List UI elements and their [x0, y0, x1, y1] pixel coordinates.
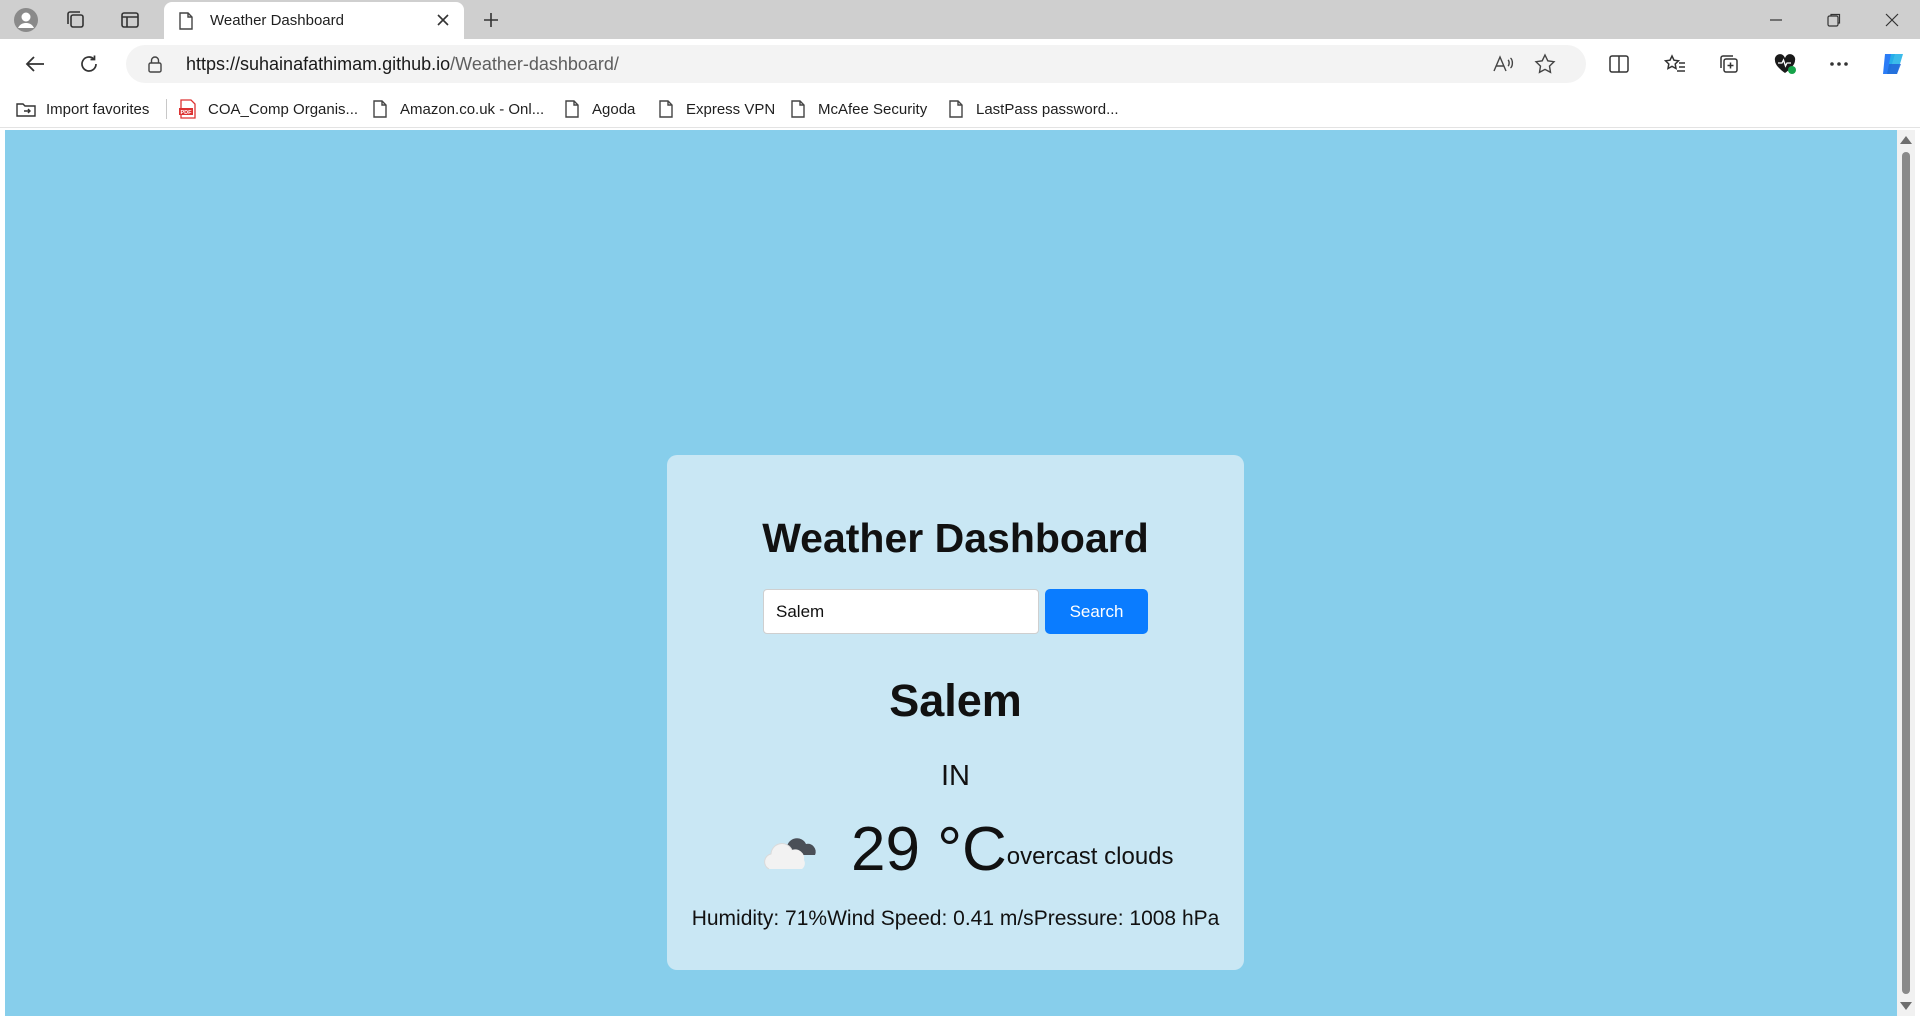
page-viewport: Weather Dashboard Search Salem IN 29 °C … — [5, 130, 1897, 1016]
url-path: /Weather-dashboard/ — [450, 54, 619, 74]
copilot-icon[interactable] — [1876, 48, 1910, 80]
bookmark-express-vpn[interactable]: Express VPN — [656, 97, 775, 121]
read-aloud-icon[interactable] — [1490, 52, 1516, 76]
bookmark-label: Express VPN — [686, 100, 776, 118]
restore-icon[interactable] — [1806, 0, 1862, 39]
scrollbar[interactable] — [1897, 130, 1915, 1016]
tab-title: Weather Dashboard — [210, 12, 344, 29]
scroll-down-icon[interactable] — [1900, 1002, 1912, 1010]
bookmark-label: Amazon.co.uk - Onl... — [400, 100, 545, 118]
import-favorites-icon — [16, 99, 36, 119]
weather-description: overcast clouds — [1006, 843, 1174, 870]
close-window-icon[interactable] — [1864, 0, 1920, 39]
split-screen-icon[interactable] — [1602, 48, 1636, 80]
bookmark-coa-comp[interactable]: PDF COA_Comp Organis... — [178, 97, 358, 121]
page-icon — [788, 99, 808, 119]
country-code: IN — [941, 760, 970, 792]
bookmark-amazon[interactable]: Amazon.co.uk - Onl... — [370, 97, 544, 121]
city-name: Salem — [889, 675, 1022, 726]
bookmarks-bar: Import favorites PDF COA_Comp Organis...… — [0, 89, 1920, 128]
humidity: Humidity: 71% — [691, 907, 828, 930]
scrollbar-thumb[interactable] — [1902, 152, 1910, 994]
vertical-tabs-icon[interactable] — [116, 6, 144, 34]
bookmark-label: LastPass password... — [976, 100, 1119, 118]
page-icon — [656, 99, 676, 119]
bookmark-label: COA_Comp Organis... — [208, 100, 359, 118]
favorites-icon[interactable] — [1658, 48, 1692, 80]
star-icon[interactable] — [1532, 52, 1558, 76]
bookmark-lastpass[interactable]: LastPass password... — [946, 97, 1119, 121]
page-title: Weather Dashboard — [762, 515, 1149, 561]
more-icon[interactable] — [1822, 48, 1856, 80]
search-button[interactable]: Search — [1045, 589, 1148, 634]
page-icon — [946, 99, 966, 119]
bookmarks-divider — [166, 99, 167, 119]
pdf-icon: PDF — [178, 99, 198, 119]
scroll-up-icon[interactable] — [1900, 136, 1912, 144]
browser-essentials-icon[interactable] — [1768, 48, 1802, 80]
lock-icon[interactable] — [146, 55, 164, 73]
overcast-clouds-icon — [761, 827, 821, 877]
bookmark-label: McAfee Security — [818, 100, 928, 118]
profile-icon[interactable] — [12, 6, 40, 34]
temperature: 29 °C — [851, 815, 1007, 884]
back-icon[interactable] — [18, 48, 52, 80]
tab-strip: Weather Dashboard — [0, 0, 1920, 39]
pressure: Pressure: 1008 hPa — [1033, 907, 1220, 930]
city-search-input[interactable] — [763, 589, 1039, 634]
bookmark-label: Import favorites — [46, 100, 150, 118]
minimize-icon[interactable] — [1748, 0, 1804, 39]
tab-weather-dashboard[interactable]: Weather Dashboard — [164, 2, 464, 39]
bookmark-import-favorites[interactable]: Import favorites — [16, 97, 149, 121]
page-icon — [178, 12, 194, 35]
weather-card: Weather Dashboard Search Salem IN 29 °C … — [667, 455, 1244, 970]
url-text[interactable]: https://suhainafathimam.github.io/Weathe… — [186, 54, 619, 75]
wind-speed: Wind Speed: 0.41 m/s — [827, 907, 1034, 930]
collections-icon[interactable] — [1712, 48, 1746, 80]
url-domain: https://suhainafathimam.github.io — [186, 54, 451, 74]
refresh-icon[interactable] — [72, 48, 106, 80]
page-icon — [370, 99, 390, 119]
svg-text:PDF: PDF — [181, 110, 193, 116]
bookmark-mcafee[interactable]: McAfee Security — [788, 97, 927, 121]
workspaces-icon[interactable] — [62, 6, 90, 34]
address-bar[interactable]: https://suhainafathimam.github.io/Weathe… — [126, 45, 1586, 83]
bookmark-label: Agoda — [592, 100, 636, 118]
close-icon[interactable] — [432, 9, 454, 31]
bookmark-agoda[interactable]: Agoda — [562, 97, 635, 121]
new-tab-icon[interactable] — [476, 6, 506, 34]
weather-summary: 29 °C overcast clouds — [761, 815, 1174, 885]
address-row: https://suhainafathimam.github.io/Weathe… — [0, 39, 1920, 89]
weather-details: Humidity: 71%Wind Speed: 0.41 m/sPressur… — [667, 907, 1244, 931]
page-icon — [562, 99, 582, 119]
